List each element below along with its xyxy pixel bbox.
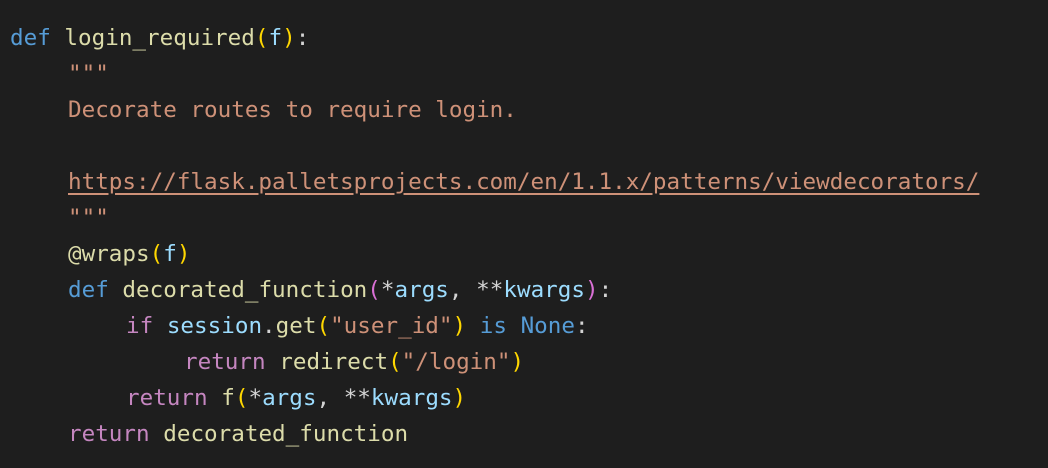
code-line-6: """ xyxy=(10,200,1048,236)
return-keyword: return xyxy=(184,349,266,375)
def-keyword: def xyxy=(68,277,109,303)
function-name: decorated_function xyxy=(122,277,368,303)
def-keyword: def xyxy=(10,25,51,51)
docstring-open: """ xyxy=(68,61,109,87)
is-keyword: is xyxy=(479,313,507,339)
open-paren: ( xyxy=(234,385,249,411)
code-line-7: @wraps(f) xyxy=(10,236,1048,272)
star-operator: * xyxy=(380,277,395,303)
session-variable: session xyxy=(166,313,263,339)
parameter-kwargs: kwargs xyxy=(503,277,585,303)
code-line-12: return decorated_function xyxy=(10,416,1048,452)
dot: . xyxy=(262,313,276,339)
return-keyword: return xyxy=(126,385,208,411)
open-paren: ( xyxy=(254,25,269,51)
none-constant: None xyxy=(520,313,575,339)
string-literal: "/login" xyxy=(401,349,511,375)
kwargs-variable: kwargs xyxy=(370,385,453,411)
code-editor[interactable]: def login_required(f): """ Decorate rout… xyxy=(0,0,1048,468)
colon: : xyxy=(598,277,613,303)
docstring-text: Decorate routes to require login. xyxy=(68,97,517,123)
double-star-operator: ** xyxy=(476,277,504,303)
code-line-10: return redirect("/login") xyxy=(10,344,1048,380)
close-paren: ) xyxy=(176,241,191,267)
star-operator: * xyxy=(248,385,263,411)
code-line-2: """ xyxy=(10,56,1048,92)
docstring-close: """ xyxy=(68,205,109,231)
close-paren: ) xyxy=(452,385,467,411)
argument: f xyxy=(163,241,177,267)
code-line-1: def login_required(f): xyxy=(10,20,1048,56)
if-keyword: if xyxy=(126,313,154,339)
open-paren: ( xyxy=(316,313,331,339)
colon: : xyxy=(295,25,310,51)
parameter: f xyxy=(268,25,283,51)
close-paren: ) xyxy=(584,277,599,303)
string-literal: "user_id" xyxy=(330,313,453,339)
function-call: f xyxy=(221,385,235,411)
open-paren: ( xyxy=(149,241,164,267)
docstring-url-link[interactable]: https://flask.palletsprojects.com/en/1.1… xyxy=(68,169,979,195)
comma: , xyxy=(448,277,477,303)
code-line-8: def decorated_function(*args, **kwargs): xyxy=(10,272,1048,308)
double-star-operator: ** xyxy=(343,385,371,411)
code-line-3: Decorate routes to require login. xyxy=(10,92,1048,128)
open-paren: ( xyxy=(367,277,381,303)
close-paren: ) xyxy=(452,313,467,339)
function-name: login_required xyxy=(64,25,255,51)
close-paren: ) xyxy=(282,25,296,51)
parameter-args: args xyxy=(394,277,449,303)
method-get: get xyxy=(275,313,317,339)
code-line-11: return f(*args, **kwargs) xyxy=(10,380,1048,416)
comma: , xyxy=(316,385,344,411)
open-paren: ( xyxy=(388,349,402,375)
decorator: @wraps xyxy=(68,241,150,267)
colon: : xyxy=(574,313,589,339)
args-variable: args xyxy=(262,385,317,411)
code-line-5: https://flask.palletsprojects.com/en/1.1… xyxy=(10,164,1048,200)
code-line-9: if session.get("user_id") is None: xyxy=(10,308,1048,344)
returned-function-name: decorated_function xyxy=(163,421,409,447)
redirect-call: redirect xyxy=(279,349,389,375)
close-paren: ) xyxy=(510,349,525,375)
return-keyword: return xyxy=(68,421,150,447)
